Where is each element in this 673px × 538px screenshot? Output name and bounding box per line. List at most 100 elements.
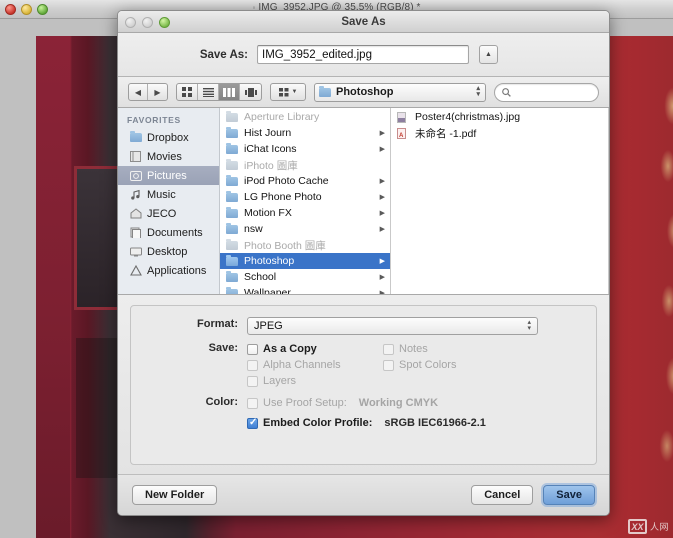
folder-icon	[226, 286, 239, 294]
chevron-right-icon: ▶	[379, 146, 385, 153]
dialog-titlebar: Save As	[118, 11, 609, 33]
save-as-row: Save As: ▲	[118, 33, 609, 77]
format-popup-button[interactable]: JPEG ▴ ▾	[247, 317, 538, 335]
list-item[interactable]: Aperture Library	[220, 109, 390, 125]
file-browser: FAVORITES Dropbox Movies Pictures Music …	[118, 108, 609, 295]
color-options-row: Color: Use Proof Setup: Working CMYK Emb…	[131, 395, 596, 431]
expand-browser-button[interactable]: ▲	[479, 45, 498, 64]
column-scrollbar[interactable]	[602, 110, 607, 292]
sidebar-item-desktop[interactable]: Desktop	[118, 242, 219, 261]
sidebar-item-music[interactable]: Music	[118, 185, 219, 204]
home-icon	[129, 208, 142, 220]
save-button[interactable]: Save	[543, 485, 595, 505]
sidebar-item-dropbox[interactable]: Dropbox	[118, 128, 219, 147]
format-label: Format:	[197, 318, 238, 330]
updown-arrows-icon: ▴ ▾	[476, 85, 480, 98]
view-mode-segmented-control[interactable]	[176, 83, 262, 101]
list-item[interactable]: Poster4(christmas).jpg	[391, 109, 608, 125]
list-item[interactable]: LG Phone Photo ▶	[220, 189, 390, 205]
checkbox-icon	[383, 343, 394, 355]
dialog-traffic-lights[interactable]	[125, 17, 170, 28]
cancel-button[interactable]: Cancel	[471, 485, 534, 505]
dialog-close-icon	[125, 17, 136, 28]
list-item[interactable]: 未命名 -1.pdf	[391, 125, 608, 141]
sidebar-item-documents[interactable]: Documents	[118, 223, 219, 242]
browser-column-folders[interactable]: Aperture Library Hist Journ ▶ iChat Icon…	[220, 108, 391, 294]
list-item[interactable]: Hist Journ ▶	[220, 125, 390, 141]
search-input[interactable]	[494, 82, 599, 102]
checkbox-spot-colors: Spot Colors	[383, 357, 456, 373]
format-row: Format: JPEG ▴ ▾	[131, 317, 596, 335]
checkbox-label: As a Copy	[263, 343, 317, 355]
arrange-icon	[278, 87, 289, 96]
list-item[interactable]: School ▶	[220, 269, 390, 285]
list-item[interactable]: iPhoto 圖庫	[220, 157, 390, 173]
list-item-label: iChat Icons	[244, 143, 297, 155]
checkbox-icon	[247, 417, 258, 429]
checkbox-label: Spot Colors	[399, 359, 457, 371]
coverflow-view-icon	[244, 87, 257, 97]
back-button[interactable]: ◀	[129, 84, 148, 100]
location-popup-label: Photoshop	[336, 86, 394, 98]
sidebar-item-label: Applications	[147, 264, 207, 277]
sidebar-item-applications[interactable]: Applications	[118, 261, 219, 280]
color-label: Color:	[205, 396, 238, 408]
list-item[interactable]: Photo Booth 圖庫	[220, 237, 390, 253]
folder-icon	[226, 254, 239, 266]
chevron-left-icon: ◀	[134, 87, 142, 97]
list-item-label: School	[244, 271, 277, 283]
dialog-zoom-icon[interactable]	[159, 17, 170, 28]
navigation-segmented-control[interactable]: ◀ ▶	[128, 83, 168, 101]
list-item-label: Aperture Library	[244, 111, 320, 123]
list-item[interactable]: Motion FX ▶	[220, 205, 390, 221]
list-view-button[interactable]	[198, 84, 219, 100]
dialog-title: Save As	[341, 16, 386, 28]
checkbox-layers: Layers	[247, 373, 383, 389]
checkbox-alpha-channels: Alpha Channels	[247, 357, 383, 373]
folder-icon	[226, 238, 239, 250]
save-as-label: Save As:	[199, 48, 248, 61]
location-popup-button[interactable]: Photoshop ▴ ▾	[314, 82, 486, 102]
sidebar-item-label: Movies	[147, 150, 182, 163]
folder-icon	[226, 158, 239, 170]
checkbox-embed-color-profile[interactable]: Embed Color Profile: sRGB IEC61966-2.1	[247, 415, 486, 431]
chevron-down-icon: ▼	[291, 89, 298, 95]
chevron-right-icon: ▶	[379, 194, 385, 201]
checkbox-label: Notes	[399, 343, 428, 355]
dialog-minimize-icon	[142, 17, 153, 28]
browser-column-files[interactable]: Poster4(christmas).jpg 未命名 -1.pdf	[391, 108, 609, 294]
checkbox-as-a-copy[interactable]: As a Copy	[247, 341, 383, 357]
sidebar-item-movies[interactable]: Movies	[118, 147, 219, 166]
list-item[interactable]: iPod Photo Cache ▶	[220, 173, 390, 189]
icon-view-button[interactable]	[177, 84, 198, 100]
column-view-button[interactable]	[219, 84, 240, 100]
save-label: Save:	[208, 342, 238, 354]
checkbox-use-proof-setup: Use Proof Setup: Working CMYK	[247, 395, 486, 411]
sidebar-item-label: Music	[147, 188, 176, 201]
sidebar-item-jeco[interactable]: JECO	[118, 204, 219, 223]
sidebar-item-label: Dropbox	[147, 131, 189, 144]
coverflow-view-button[interactable]	[240, 84, 261, 100]
list-item-label: iPod Photo Cache	[244, 175, 329, 187]
list-item[interactable]: nsw ▶	[220, 221, 390, 237]
pdf-file-icon	[397, 127, 410, 139]
list-item[interactable]: Wallpaper ▶	[220, 285, 390, 294]
list-item[interactable]: iChat Icons ▶	[220, 141, 390, 157]
chevron-right-icon: ▶	[379, 210, 385, 217]
search-icon	[502, 87, 511, 97]
chevron-right-icon: ▶	[379, 258, 385, 265]
watermark-text: 人网	[649, 522, 669, 532]
chevron-right-icon: ▶	[379, 130, 385, 137]
list-item-selected[interactable]: Photoshop ▶	[220, 253, 390, 269]
sidebar-item-pictures[interactable]: Pictures	[118, 166, 219, 185]
new-folder-button[interactable]: New Folder	[132, 485, 218, 505]
filename-input[interactable]	[257, 45, 469, 64]
list-item-label: Hist Journ	[244, 127, 292, 139]
folder-icon	[226, 222, 239, 234]
column-view-icon	[223, 87, 235, 97]
forward-button[interactable]: ▶	[148, 84, 167, 100]
chevron-right-icon: ▶	[379, 290, 385, 294]
arrange-button[interactable]: ▼	[270, 83, 306, 101]
checkbox-icon	[247, 375, 258, 387]
checkbox-icon	[247, 397, 258, 409]
